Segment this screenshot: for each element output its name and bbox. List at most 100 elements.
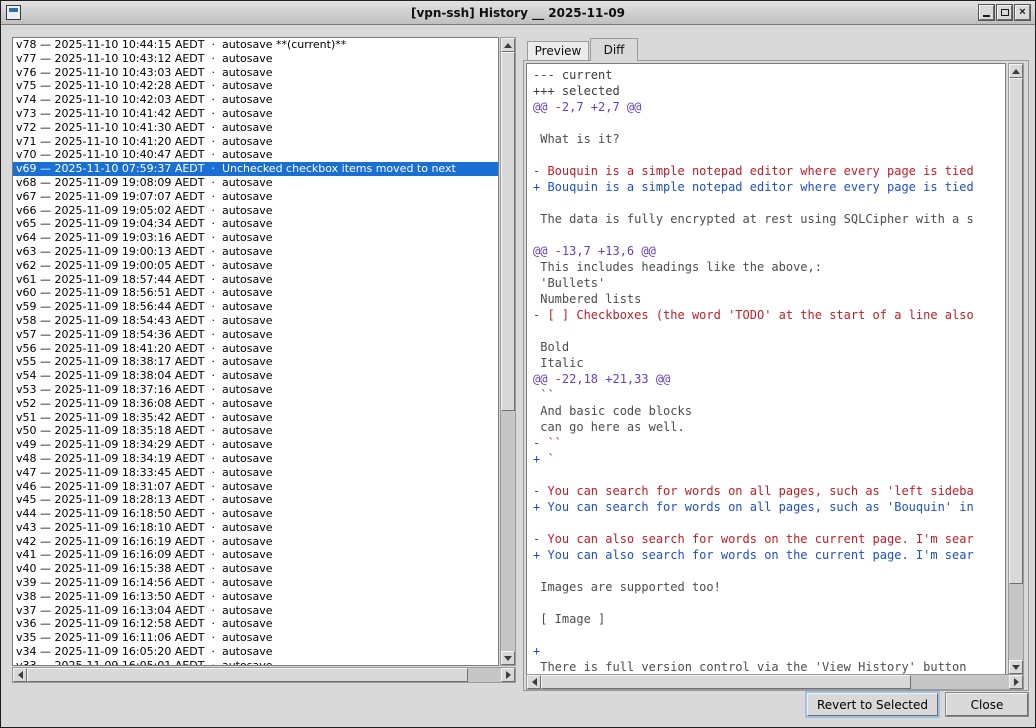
history-list-item[interactable]: v55 — 2025-11-09 18:38:17 AEDT · autosav… [13, 355, 498, 369]
diff-line [533, 595, 1005, 611]
history-list-item[interactable]: v56 — 2025-11-09 18:41:20 AEDT · autosav… [13, 342, 498, 356]
history-list-item[interactable]: v36 — 2025-11-09 16:12:58 AEDT · autosav… [13, 617, 498, 631]
scroll-left-button[interactable] [527, 675, 541, 689]
diff-line: - `` [533, 435, 1005, 451]
history-list-item[interactable]: v58 — 2025-11-09 18:54:43 AEDT · autosav… [13, 314, 498, 328]
scroll-down-button[interactable] [501, 651, 515, 665]
scrollbar-trough[interactable] [1009, 78, 1023, 660]
diff-line: + Bouquin is a simple notepad editor whe… [533, 179, 1005, 195]
diff-line: This includes headings like the above,: [533, 259, 1005, 275]
history-list-item[interactable]: v54 — 2025-11-09 18:38:04 AEDT · autosav… [13, 369, 498, 383]
history-list-item[interactable]: v39 — 2025-11-09 16:14:56 AEDT · autosav… [13, 576, 498, 590]
history-list-item[interactable]: v47 — 2025-11-09 18:33:45 AEDT · autosav… [13, 466, 498, 480]
history-list-item[interactable]: v75 — 2025-11-10 10:42:28 AEDT · autosav… [13, 79, 498, 93]
scroll-left-button[interactable] [13, 668, 27, 682]
history-list-item[interactable]: v73 — 2025-11-10 10:41:42 AEDT · autosav… [13, 107, 498, 121]
history-list-item[interactable]: v42 — 2025-11-09 16:16:19 AEDT · autosav… [13, 535, 498, 549]
minimize-icon [983, 15, 990, 17]
history-list-item[interactable]: v38 — 2025-11-09 16:13:50 AEDT · autosav… [13, 590, 498, 604]
history-list-item[interactable]: v45 — 2025-11-09 18:28:13 AEDT · autosav… [13, 493, 498, 507]
history-list-item[interactable]: v37 — 2025-11-09 16:13:04 AEDT · autosav… [13, 604, 498, 618]
scroll-right-button[interactable] [1009, 675, 1023, 689]
history-list-item[interactable]: v52 — 2025-11-09 18:36:08 AEDT · autosav… [13, 397, 498, 411]
arrow-right-icon [1014, 678, 1019, 686]
scroll-right-button[interactable] [501, 668, 515, 682]
diff-line: - [ ] Checkboxes (the word 'TODO' at the… [533, 307, 1005, 323]
arrow-left-icon [18, 671, 23, 679]
window-icon[interactable] [6, 5, 21, 20]
history-list-item[interactable]: v33 — 2025-11-09 16:05:01 AEDT · autosav… [13, 659, 498, 666]
scrollbar-thumb[interactable] [541, 675, 911, 689]
diff-line: Numbered lists [533, 291, 1005, 307]
history-list-item[interactable]: v60 — 2025-11-09 18:56:51 AEDT · autosav… [13, 286, 498, 300]
diff-line: + You can search for words on all pages,… [533, 499, 1005, 515]
notebook-pane: --- current+++ selected@@ -2,7 +2,7 @@ W… [523, 60, 1029, 691]
scrollbar-trough[interactable] [27, 668, 501, 682]
history-list-item[interactable]: v72 — 2025-11-10 10:41:30 AEDT · autosav… [13, 121, 498, 135]
diff-line: [ Image ] [533, 611, 1005, 627]
revert-to-selected-button[interactable]: Revert to Selected [807, 693, 938, 716]
history-list-item[interactable]: v44 — 2025-11-09 16:18:50 AEDT · autosav… [13, 507, 498, 521]
history-list-item[interactable]: v66 — 2025-11-09 19:05:02 AEDT · autosav… [13, 204, 498, 218]
scrollbar-thumb[interactable] [1009, 78, 1023, 584]
diff-line: Images are supported too! [533, 579, 1005, 595]
history-list-item[interactable]: v35 — 2025-11-09 16:11:06 AEDT · autosav… [13, 631, 498, 645]
history-list-item[interactable]: v53 — 2025-11-09 18:37:16 AEDT · autosav… [13, 383, 498, 397]
scrollbar-trough[interactable] [501, 52, 515, 651]
history-list-item[interactable]: v50 — 2025-11-09 18:35:18 AEDT · autosav… [13, 424, 498, 438]
scroll-up-button[interactable] [1009, 64, 1023, 78]
history-list-item[interactable]: v46 — 2025-11-09 18:31:07 AEDT · autosav… [13, 480, 498, 494]
footer-close-button[interactable]: Close [946, 693, 1028, 716]
history-list-item[interactable]: v57 — 2025-11-09 18:54:36 AEDT · autosav… [13, 328, 498, 342]
scrollbar-thumb[interactable] [27, 668, 468, 682]
tab-diff[interactable]: Diff [590, 38, 638, 61]
titlebar[interactable]: [vpn-ssh] History __ 2025-11-09 × [1, 1, 1035, 25]
diff-view[interactable]: --- current+++ selected@@ -2,7 +2,7 @@ W… [526, 63, 1006, 675]
diff-line [533, 115, 1005, 131]
history-list-item[interactable]: v71 — 2025-11-10 10:41:20 AEDT · autosav… [13, 135, 498, 149]
history-list-item[interactable]: v34 — 2025-11-09 16:05:20 AEDT · autosav… [13, 645, 498, 659]
history-list-item[interactable]: v62 — 2025-11-09 19:00:05 AEDT · autosav… [13, 259, 498, 273]
diff-line: What is it? [533, 131, 1005, 147]
history-list-item[interactable]: v61 — 2025-11-09 18:57:44 AEDT · autosav… [13, 273, 498, 287]
history-list-item[interactable]: v41 — 2025-11-09 16:16:09 AEDT · autosav… [13, 548, 498, 562]
scroll-up-button[interactable] [501, 38, 515, 52]
maximize-button[interactable] [997, 5, 1012, 20]
history-list-item[interactable]: v51 — 2025-11-09 18:35:42 AEDT · autosav… [13, 411, 498, 425]
history-list-item[interactable]: v40 — 2025-11-09 16:15:38 AEDT · autosav… [13, 562, 498, 576]
history-list-item[interactable]: v65 — 2025-11-09 19:04:34 AEDT · autosav… [13, 217, 498, 231]
tab-preview[interactable]: Preview [527, 41, 589, 60]
arrow-up-icon [1012, 69, 1020, 74]
history-list-item[interactable]: v69 — 2025-11-10 07:59:37 AEDT · Uncheck… [13, 162, 498, 176]
history-list-item[interactable]: v74 — 2025-11-10 10:42:03 AEDT · autosav… [13, 93, 498, 107]
history-list-item[interactable]: v43 — 2025-11-09 16:18:10 AEDT · autosav… [13, 521, 498, 535]
diff-hscrollbar [526, 674, 1024, 690]
diff-line: - You can also search for words on the c… [533, 531, 1005, 547]
diff-vscrollbar [1008, 63, 1024, 675]
history-list-item[interactable]: v78 — 2025-11-10 10:44:15 AEDT · autosav… [13, 38, 498, 52]
history-list-item[interactable]: v68 — 2025-11-09 19:08:09 AEDT · autosav… [13, 176, 498, 190]
history-list-item[interactable]: v67 — 2025-11-09 19:07:07 AEDT · autosav… [13, 190, 498, 204]
diff-line [533, 195, 1005, 211]
minimize-button[interactable] [979, 5, 994, 20]
history-list-item[interactable]: v76 — 2025-11-10 10:43:03 AEDT · autosav… [13, 66, 498, 80]
history-list-item[interactable]: v63 — 2025-11-09 19:00:13 AEDT · autosav… [13, 245, 498, 259]
scrollbar-thumb[interactable] [501, 52, 515, 411]
diff-line: The data is fully encrypted at rest usin… [533, 211, 1005, 227]
history-list-item[interactable]: v59 — 2025-11-09 18:56:44 AEDT · autosav… [13, 300, 498, 314]
close-button[interactable]: × [1015, 5, 1030, 20]
history-list-item[interactable]: v70 — 2025-11-10 10:40:47 AEDT · autosav… [13, 148, 498, 162]
diff-line: + [533, 643, 1005, 659]
scrollbar-trough[interactable] [541, 675, 1009, 689]
diff-line: +++ selected [533, 83, 1005, 99]
history-list-item[interactable]: v77 — 2025-11-10 10:43:12 AEDT · autosav… [13, 52, 498, 66]
close-icon: × [1019, 7, 1025, 18]
history-list-item[interactable]: v48 — 2025-11-09 18:34:19 AEDT · autosav… [13, 452, 498, 466]
diff-line [533, 563, 1005, 579]
history-list-hscrollbar [12, 667, 516, 683]
diff-line: @@ -2,7 +2,7 @@ [533, 99, 1005, 115]
diff-line: Italic [533, 355, 1005, 371]
history-list-item[interactable]: v49 — 2025-11-09 18:34:29 AEDT · autosav… [13, 438, 498, 452]
scroll-down-button[interactable] [1009, 660, 1023, 674]
history-list-item[interactable]: v64 — 2025-11-09 19:03:16 AEDT · autosav… [13, 231, 498, 245]
